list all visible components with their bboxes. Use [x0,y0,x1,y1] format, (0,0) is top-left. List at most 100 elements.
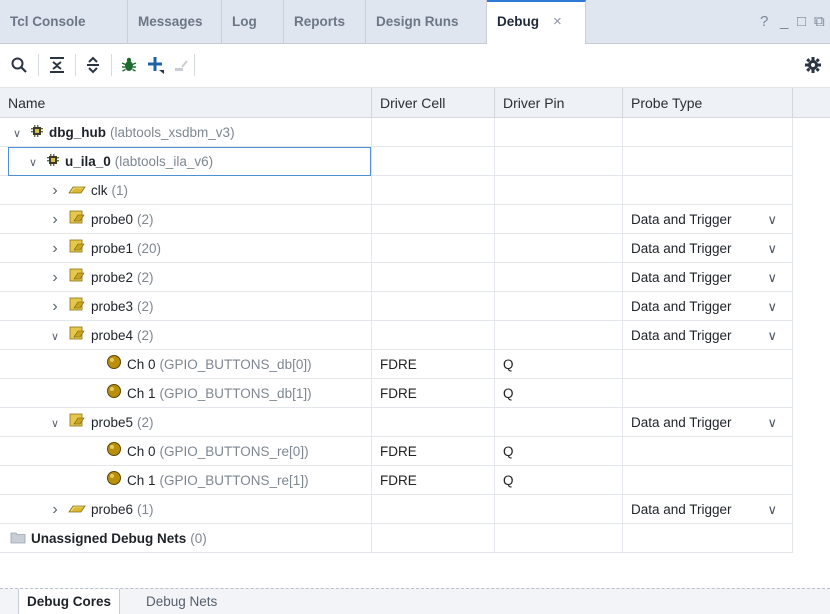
item-detail: (2) [137,270,154,285]
chevron-right-icon[interactable]: › [48,292,62,321]
chevron-down-icon[interactable]: ∨ [48,410,62,437]
probe-type-dropdown[interactable]: Data and Trigger ∨ [631,205,781,234]
table-row[interactable]: › clk (1) [0,176,793,205]
probe-type-value: Data and Trigger [631,415,732,430]
chevron-down-icon[interactable]: ∨ [10,120,24,147]
tab-tcl-console[interactable]: Tcl Console [0,0,128,44]
driver-cell-value: FDRE [372,466,495,495]
tab-reports[interactable]: Reports [284,0,366,44]
item-detail: (2) [137,212,154,227]
probe-type-cell [623,176,793,205]
item-detail: (2) [137,415,154,430]
item-detail: (2) [137,328,154,343]
expand-all-icon[interactable] [82,54,104,76]
name-cell: Ch 1 (GPIO_BUTTONS_db[1]) [0,379,372,408]
driver-cell-value [372,205,495,234]
chevron-down-icon[interactable]: ∨ [26,149,40,176]
debug-bug-icon[interactable] [118,54,140,76]
probe-type-cell [623,118,793,147]
item-name: probe5 [91,415,134,430]
name-cell: › probe6 (1) [0,495,372,524]
settings-gear-icon[interactable] [802,54,824,76]
table-row[interactable]: › probe6 (1) Data and Trigger ∨ [0,495,793,524]
tab-debug-cores[interactable]: Debug Cores [18,589,121,614]
search-icon[interactable] [8,54,30,76]
item-detail: (GPIO_BUTTONS_re[0]) [159,444,309,459]
collapse-all-icon[interactable] [46,54,68,76]
toolbar-separator [111,54,112,76]
name-cell: ∨ probe5 (2) [0,408,372,437]
tab-design-runs[interactable]: Design Runs [366,0,487,44]
name-cell: › probe0 (2) [0,205,372,234]
table-row[interactable]: Ch 0 (GPIO_BUTTONS_db[0]) FDRE Q [0,350,793,379]
column-header-driver-pin[interactable]: Driver Pin [495,88,623,118]
core-icon [30,119,44,147]
probe-type-dropdown[interactable]: Data and Trigger ∨ [631,495,781,524]
driver-cell-value [372,234,495,263]
chevron-down-icon[interactable]: ∨ [767,495,777,524]
probe-type-dropdown[interactable]: Data and Trigger ∨ [631,321,781,350]
tab-debug-nets[interactable]: Debug Nets [138,589,225,614]
probe-type-dropdown[interactable]: Data and Trigger ∨ [631,408,781,437]
chevron-down-icon[interactable]: ∨ [767,263,777,292]
tab-debug[interactable]: Debug × [487,0,586,45]
chevron-down-icon[interactable]: ∨ [48,323,62,350]
name-cell: ∨ dbg_hub (labtools_xsdbm_v3) [0,118,372,147]
table-row[interactable]: ∨ probe4 (2) Data and Trigger ∨ [0,321,793,350]
table-row[interactable]: Ch 1 (GPIO_BUTTONS_re[1]) FDRE Q [0,466,793,495]
probe-type-dropdown[interactable]: Data and Trigger ∨ [631,263,781,292]
probe-icon [68,235,86,263]
driver-pin-value [495,263,623,292]
item-detail: (GPIO_BUTTONS_db[1]) [159,386,312,401]
chevron-right-icon[interactable]: › [48,176,62,205]
driver-pin-value: Q [495,466,623,495]
tab-messages[interactable]: Messages [128,0,222,44]
table-row[interactable]: Ch 0 (GPIO_BUTTONS_re[0]) FDRE Q [0,437,793,466]
chevron-right-icon[interactable]: › [48,495,62,524]
chevron-down-icon[interactable]: ∨ [767,408,777,437]
probe-type-cell: Data and Trigger ∨ [623,234,793,263]
probe-type-dropdown[interactable]: Data and Trigger ∨ [631,234,781,263]
restore-icon[interactable]: □ [797,0,806,44]
table-row[interactable]: › probe0 (2) Data and Trigger ∨ [0,205,793,234]
column-header-driver-cell[interactable]: Driver Cell [372,88,495,118]
debug-cores-tree-table: Name Driver Cell Driver Pin Probe Type ∨… [0,88,830,588]
name-cell: Unassigned Debug Nets (0) [0,524,372,553]
tab-log[interactable]: Log [222,0,284,44]
bus-icon [68,496,86,524]
chevron-down-icon[interactable]: ∨ [767,234,777,263]
help-icon[interactable]: ? [760,0,768,44]
probe-icon [68,409,86,437]
probe-type-cell [623,466,793,495]
table-row[interactable]: ∨ dbg_hub (labtools_xsdbm_v3) [0,118,793,147]
driver-pin-value [495,321,623,350]
table-row[interactable]: ∨ probe5 (2) Data and Trigger ∨ [0,408,793,437]
table-row[interactable]: Unassigned Debug Nets (0) [0,524,793,553]
chevron-right-icon[interactable]: › [48,263,62,292]
column-header-probe-type[interactable]: Probe Type [623,88,793,118]
probe-type-cell [623,524,793,553]
float-icon[interactable]: ⧉ [814,0,825,44]
chevron-down-icon[interactable]: ∨ [767,321,777,350]
close-icon[interactable]: × [553,2,562,42]
minimize-icon[interactable]: _ [780,0,788,44]
probe-icon [68,322,86,350]
driver-cell-value: FDRE [372,350,495,379]
chevron-right-icon[interactable]: › [48,234,62,263]
item-detail: (GPIO_BUTTONS_re[1]) [159,473,309,488]
add-icon[interactable] [144,54,166,76]
driver-pin-value: Q [495,379,623,408]
probe-type-dropdown[interactable]: Data and Trigger ∨ [631,292,781,321]
chevron-right-icon[interactable]: › [48,205,62,234]
table-row[interactable]: ∨ u_ila_0 (labtools_ila_v6) [0,147,793,176]
name-cell: ∨ u_ila_0 (labtools_ila_v6) [0,147,372,176]
column-header-name[interactable]: Name [0,88,372,118]
table-row[interactable]: › probe3 (2) Data and Trigger ∨ [0,292,793,321]
probe-type-value: Data and Trigger [631,270,732,285]
table-row[interactable]: › probe1 (20) Data and Trigger ∨ [0,234,793,263]
table-row[interactable]: › probe2 (2) Data and Trigger ∨ [0,263,793,292]
probe-type-value: Data and Trigger [631,212,732,227]
chevron-down-icon[interactable]: ∨ [767,292,777,321]
chevron-down-icon[interactable]: ∨ [767,205,777,234]
table-row[interactable]: Ch 1 (GPIO_BUTTONS_db[1]) FDRE Q [0,379,793,408]
